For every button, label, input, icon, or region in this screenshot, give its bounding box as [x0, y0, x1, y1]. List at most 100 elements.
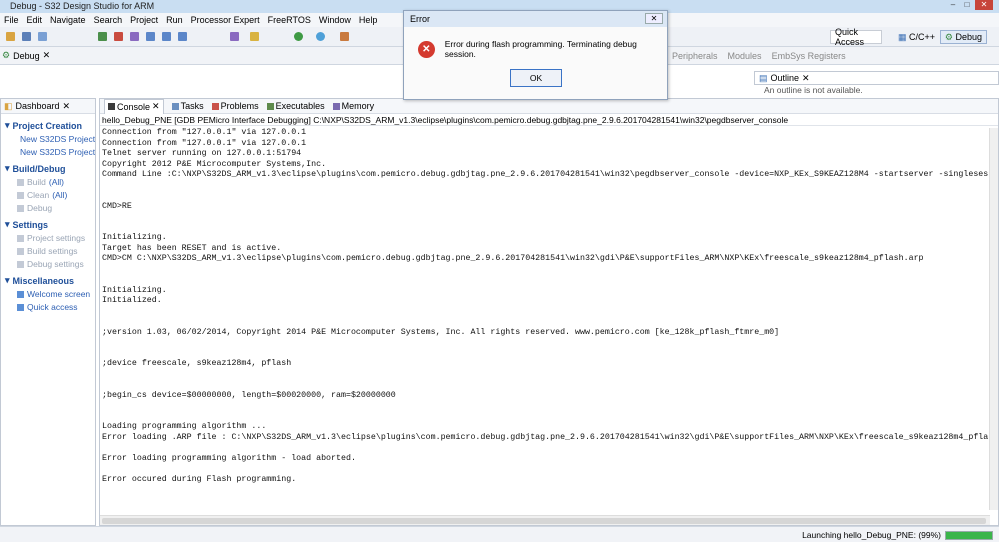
- menu-processor-expert[interactable]: Processor Expert: [191, 15, 260, 25]
- console-line: CMD>RE: [102, 201, 132, 211]
- new-icon[interactable]: [6, 32, 15, 41]
- print-icon[interactable]: [38, 32, 47, 41]
- collapse-arrow-icon[interactable]: ▾: [5, 120, 10, 131]
- menu-search[interactable]: Search: [94, 15, 123, 25]
- dashboard-item[interactable]: Project settings: [17, 233, 95, 243]
- dashboard-item[interactable]: Build settings: [17, 246, 95, 256]
- close-tab-icon[interactable]: ✕: [802, 73, 810, 84]
- console-line: ;begin_cs device=$00000000, length=$0002…: [102, 390, 396, 400]
- menu-window[interactable]: Window: [319, 15, 351, 25]
- dashboard-item[interactable]: Quick access: [17, 302, 95, 312]
- tab-console[interactable]: Console ✕: [104, 98, 164, 114]
- console-icon: [108, 103, 115, 110]
- dialog-message: Error during flash programming. Terminat…: [444, 39, 637, 59]
- collapse-arrow-icon[interactable]: ▾: [5, 275, 10, 286]
- dashboard-item-icon: [17, 247, 24, 255]
- tab-memory[interactable]: Memory: [332, 101, 374, 111]
- build-icon[interactable]: [230, 32, 239, 41]
- dashboard-item-icon: [17, 234, 24, 242]
- run-icon[interactable]: [294, 32, 303, 41]
- tasks-icon: [171, 102, 179, 110]
- dashboard-section-title[interactable]: ▾ Settings: [5, 219, 95, 230]
- memory-icon: [332, 102, 340, 110]
- dashboard-item[interactable]: New S32DS Project fro: [17, 147, 95, 157]
- vertical-scrollbar[interactable]: [989, 128, 998, 510]
- step-into-icon[interactable]: [146, 32, 155, 41]
- dashboard-item[interactable]: Debug: [17, 203, 95, 213]
- console-line: ;device freescale, s9keaz128m4, pflash: [102, 359, 292, 368]
- console-line: Loading programming algorithm ...: [102, 422, 267, 431]
- dashboard-item-icon: [17, 178, 24, 186]
- tab-tasks[interactable]: Tasks: [171, 101, 204, 111]
- menu-edit[interactable]: Edit: [27, 15, 43, 25]
- console-line: Initializing.: [102, 285, 167, 295]
- menu-file[interactable]: File: [4, 15, 19, 25]
- dashboard-item[interactable]: Clean (All): [17, 190, 95, 200]
- dialog-close-button[interactable]: ✕: [645, 13, 663, 24]
- horizontal-scrollbar[interactable]: [100, 515, 990, 525]
- menu-project[interactable]: Project: [130, 15, 158, 25]
- tab-modules[interactable]: Modules: [728, 51, 762, 61]
- outline-view-tab[interactable]: ▤ Outline ✕: [754, 71, 999, 85]
- status-bar: Launching hello_Debug_PNE: (99%): [0, 526, 999, 542]
- close-tab-icon[interactable]: ✕: [152, 101, 160, 112]
- debug-view-icon: ⚙: [2, 50, 11, 60]
- quick-access-field[interactable]: Quick Access: [830, 27, 882, 47]
- step-over-icon[interactable]: [162, 32, 171, 41]
- tab-problems[interactable]: Problems: [211, 101, 259, 111]
- console-output[interactable]: Connection from "127.0.0.1" via 127.0.0.…: [102, 128, 990, 510]
- menu-navigate[interactable]: Navigate: [50, 15, 86, 25]
- external-tools-icon[interactable]: [340, 32, 349, 41]
- maximize-button[interactable]: □: [961, 0, 973, 10]
- terminate-icon[interactable]: [114, 32, 123, 41]
- dashboard-section-title[interactable]: ▾ Project Creation: [5, 120, 95, 131]
- close-tab-icon[interactable]: ✕: [43, 50, 51, 61]
- error-icon: ✕: [418, 40, 435, 58]
- disconnect-icon[interactable]: [130, 32, 139, 41]
- dashboard-item-icon: [17, 260, 24, 268]
- debug-perspective-icon: ⚙: [944, 31, 953, 42]
- console-line: Initialized.: [102, 296, 162, 305]
- dashboard-item[interactable]: Welcome screen: [17, 289, 95, 299]
- debug-icon[interactable]: [316, 32, 325, 41]
- ok-button[interactable]: OK: [510, 69, 562, 87]
- close-tab-icon[interactable]: ✕: [63, 101, 71, 112]
- debug-view-tab[interactable]: ⚙ Debug ✕: [0, 50, 50, 61]
- dashboard-section-title[interactable]: ▾ Build/Debug: [5, 163, 95, 174]
- dashboard-item[interactable]: Debug settings: [17, 259, 95, 269]
- dashboard-panel: ◧ Dashboard ✕ ▾ Project Creation New S32DS…: [0, 98, 96, 526]
- dashboard-section-title[interactable]: ▾ Miscellaneous: [5, 275, 95, 286]
- problems-icon: [211, 102, 219, 110]
- menu-help[interactable]: Help: [359, 15, 378, 25]
- console-line: Connection from "127.0.0.1" via 127.0.0.…: [102, 138, 307, 148]
- close-window-button[interactable]: ✕: [975, 0, 993, 10]
- tab-executables[interactable]: Executables: [266, 101, 325, 111]
- minimize-button[interactable]: –: [947, 0, 959, 10]
- collapse-arrow-icon[interactable]: ▾: [5, 163, 10, 174]
- perspective-debug-button[interactable]: ⚙ Debug: [939, 30, 987, 44]
- menu-freertos[interactable]: FreeRTOS: [268, 15, 311, 25]
- collapse-arrow-icon[interactable]: ▾: [5, 219, 10, 230]
- dashboard-item[interactable]: Build (All): [17, 177, 95, 187]
- tab-peripherals[interactable]: Peripherals: [672, 51, 718, 61]
- console-line: CMD>CM C:\NXP\S32DS_ARM_v1.3\eclipse\plu…: [102, 254, 924, 263]
- perspective-cc-button[interactable]: ▦ C/C++: [894, 30, 939, 44]
- step-return-icon[interactable]: [178, 32, 187, 41]
- dashboard-item[interactable]: New S32DS Project: [17, 134, 95, 144]
- dashboard-tab[interactable]: ◧ Dashboard ✕: [1, 99, 95, 114]
- menu-run[interactable]: Run: [166, 15, 183, 25]
- console-line: Target has been RESET and is active.: [102, 243, 282, 253]
- save-icon[interactable]: [22, 32, 31, 41]
- console-line: Telnet server running on 127.0.0.1:51794: [102, 149, 302, 158]
- tab-embsys[interactable]: EmbSys Registers: [772, 51, 846, 61]
- resume-icon[interactable]: [98, 32, 107, 41]
- flash-icon[interactable]: [250, 32, 259, 41]
